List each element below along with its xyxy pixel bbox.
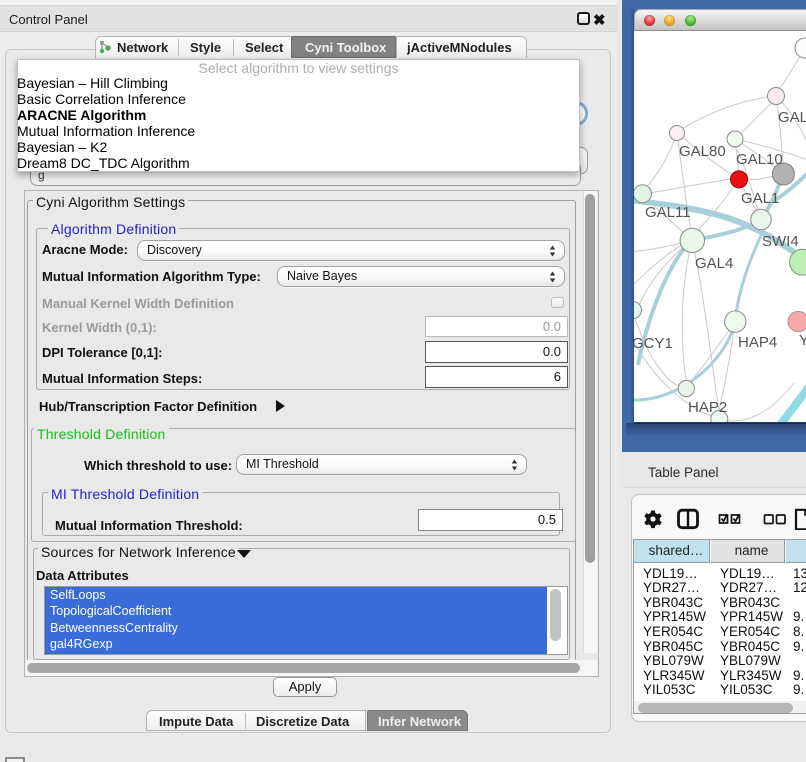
svg-text:GAL1: GAL1 <box>741 190 779 207</box>
svg-text:GAL: GAL <box>778 109 806 126</box>
svg-text:GAL4: GAL4 <box>695 255 733 272</box>
svg-text:GCY1: GCY1 <box>634 335 673 352</box>
svg-text:GAL11: GAL11 <box>645 204 691 221</box>
svg-text:GAL10: GAL10 <box>736 151 783 168</box>
svg-text:HAP4: HAP4 <box>738 334 777 351</box>
svg-text:SWI4: SWI4 <box>762 233 799 250</box>
svg-text:GAL80: GAL80 <box>679 143 726 160</box>
svg-text:HAP2: HAP2 <box>688 399 727 416</box>
svg-text:Y: Y <box>799 332 806 349</box>
